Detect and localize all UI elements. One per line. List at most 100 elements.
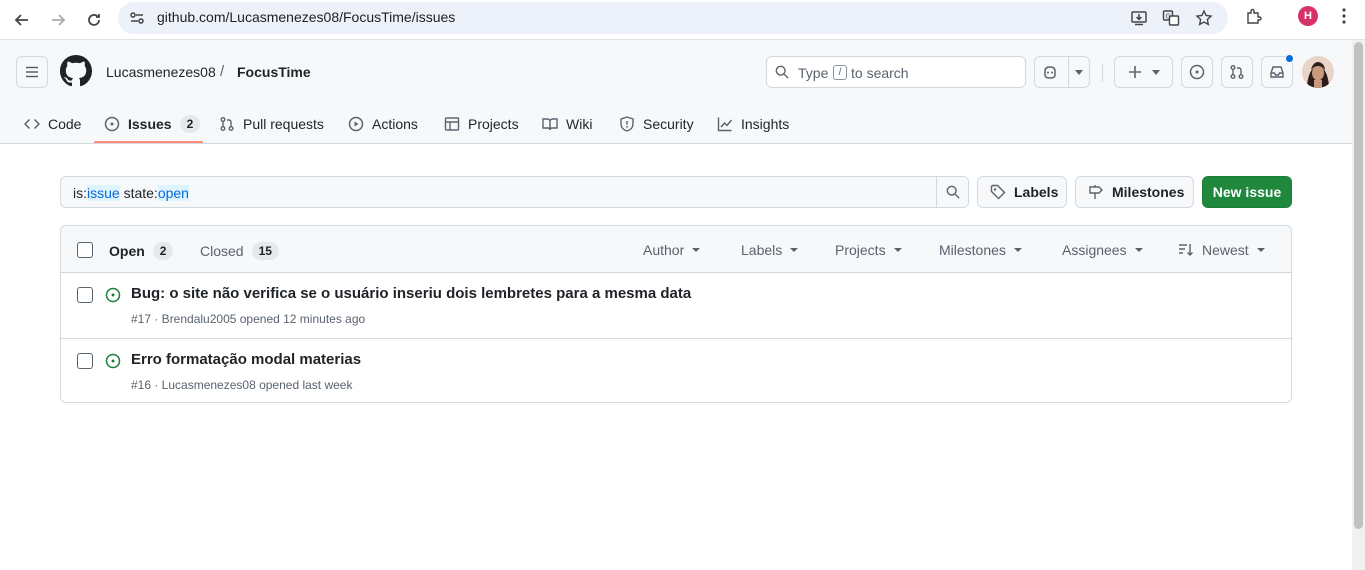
caret-down-icon bbox=[1013, 248, 1022, 252]
new-issue-button[interactable]: New issue bbox=[1202, 176, 1292, 208]
issue-row[interactable]: Bug: o site não verifica se o usuário in… bbox=[61, 273, 1291, 338]
caret-down-icon bbox=[692, 248, 701, 252]
milestones-filter-label: Milestones bbox=[939, 242, 1006, 258]
page-scrollbar[interactable] bbox=[1352, 40, 1365, 570]
arrow-right-icon bbox=[52, 14, 66, 26]
issue-row[interactable]: Erro formatação modal materias #16 · Luc… bbox=[61, 338, 1291, 403]
labels-button-label: Labels bbox=[1014, 184, 1059, 200]
search-shortcut-key: / bbox=[833, 65, 847, 80]
sort-desc-icon bbox=[1178, 242, 1194, 258]
open-label: Open bbox=[109, 243, 145, 259]
tab-wiki-label: Wiki bbox=[566, 116, 593, 132]
open-count: 2 bbox=[152, 242, 174, 260]
labels-button[interactable]: Labels bbox=[977, 176, 1067, 208]
pull-request-icon bbox=[1230, 65, 1244, 79]
copilot-icon bbox=[1043, 66, 1056, 79]
create-new-button[interactable] bbox=[1114, 56, 1173, 88]
inbox-icon bbox=[1270, 66, 1284, 78]
your-pull-requests-button[interactable] bbox=[1221, 56, 1253, 88]
issue-meta: #17 · Brendalu2005 opened 12 minutes ago bbox=[131, 312, 366, 326]
browser-toolbar: github.com/Lucasmenezes08/FocusTime/issu… bbox=[0, 0, 1365, 40]
query-token-issue: issue bbox=[87, 185, 120, 201]
milestones-button[interactable]: Milestones bbox=[1075, 176, 1194, 208]
shield-icon bbox=[619, 116, 635, 132]
issues-filter-input[interactable]: is:issue state:open bbox=[60, 176, 969, 208]
site-settings-icon[interactable] bbox=[127, 8, 147, 28]
svg-text:G: G bbox=[1166, 13, 1171, 21]
search-hint-suffix: to search bbox=[851, 65, 909, 81]
header-divider bbox=[1102, 64, 1103, 82]
copilot-button[interactable] bbox=[1034, 56, 1090, 88]
reload-icon bbox=[88, 14, 100, 26]
issue-title[interactable]: Erro formatação modal materias bbox=[131, 351, 361, 368]
repo-header: Lucasmenezes08 / FocusTime Type / to sea… bbox=[0, 40, 1352, 144]
tab-code-label: Code bbox=[48, 116, 82, 132]
issues-list: Open 2 Closed 15 Author Labels Projects … bbox=[60, 225, 1292, 403]
tab-code[interactable]: Code bbox=[24, 104, 81, 144]
issue-opened-icon bbox=[1189, 64, 1205, 80]
filter-search-button[interactable] bbox=[936, 177, 968, 207]
issue-checkbox[interactable] bbox=[77, 353, 93, 369]
milestones-button-label: Milestones bbox=[1112, 184, 1185, 200]
tab-pull-requests[interactable]: Pull requests bbox=[219, 104, 324, 144]
labels-filter[interactable]: Labels bbox=[741, 242, 799, 258]
breadcrumb-owner[interactable]: Lucasmenezes08 bbox=[106, 64, 216, 80]
chevron-down-icon bbox=[1074, 69, 1083, 75]
author-filter[interactable]: Author bbox=[643, 242, 701, 258]
tab-security[interactable]: Security bbox=[619, 104, 694, 144]
tag-icon bbox=[990, 184, 1006, 200]
tab-projects[interactable]: Projects bbox=[444, 104, 519, 144]
bookmark-star-icon[interactable] bbox=[1194, 8, 1214, 28]
issues-list-header: Open 2 Closed 15 Author Labels Projects … bbox=[61, 226, 1291, 273]
github-logo-icon[interactable] bbox=[60, 55, 92, 87]
select-all-checkbox[interactable] bbox=[77, 242, 93, 258]
back-button[interactable] bbox=[6, 4, 38, 36]
closed-issues-tab[interactable]: Closed 15 bbox=[200, 242, 279, 260]
chevron-down-icon bbox=[1151, 69, 1160, 75]
url-text[interactable]: github.com/Lucasmenezes08/FocusTime/issu… bbox=[157, 9, 455, 25]
install-app-icon[interactable] bbox=[1129, 8, 1149, 28]
more-menu-icon[interactable] bbox=[1333, 5, 1355, 27]
closed-count: 15 bbox=[251, 242, 279, 260]
global-search-input[interactable]: Type / to search bbox=[766, 56, 1026, 88]
open-issues-tab[interactable]: Open 2 bbox=[109, 242, 174, 260]
scrollbar-thumb[interactable] bbox=[1354, 42, 1363, 529]
tab-actions[interactable]: Actions bbox=[348, 104, 418, 144]
extensions-icon[interactable] bbox=[1243, 5, 1265, 27]
projects-filter[interactable]: Projects bbox=[835, 242, 902, 258]
translate-icon[interactable]: G bbox=[1161, 8, 1181, 28]
tab-wiki[interactable]: Wiki bbox=[542, 104, 592, 144]
pull-request-icon bbox=[219, 116, 235, 132]
reload-button[interactable] bbox=[78, 4, 110, 36]
breadcrumb-repo[interactable]: FocusTime bbox=[237, 64, 311, 80]
author-filter-label: Author bbox=[643, 242, 685, 258]
projects-filter-label: Projects bbox=[835, 242, 886, 258]
issue-opened-icon bbox=[104, 116, 120, 132]
labels-filter-label: Labels bbox=[741, 242, 783, 258]
sort-filter[interactable]: Newest bbox=[1178, 242, 1265, 258]
issue-title[interactable]: Bug: o site não verifica se o usuário in… bbox=[131, 285, 691, 302]
play-icon bbox=[348, 116, 364, 132]
forward-button[interactable] bbox=[42, 4, 74, 36]
tab-insights-label: Insights bbox=[741, 116, 790, 132]
selected-tab-underline bbox=[94, 141, 203, 143]
tab-insights[interactable]: Insights bbox=[717, 104, 789, 144]
caret-down-icon bbox=[1134, 248, 1143, 252]
user-avatar[interactable] bbox=[1302, 56, 1334, 88]
issue-meta: #16 · Lucasmenezes08 opened last week bbox=[131, 378, 353, 392]
milestones-filter[interactable]: Milestones bbox=[939, 242, 1022, 258]
issue-checkbox[interactable] bbox=[77, 287, 93, 303]
query-token-open: open bbox=[157, 185, 189, 201]
search-icon bbox=[946, 185, 960, 199]
filter-query[interactable]: is:issue state:open bbox=[73, 185, 189, 201]
open-global-nav-button[interactable] bbox=[16, 56, 48, 88]
tab-projects-label: Projects bbox=[468, 116, 519, 132]
table-icon bbox=[444, 116, 460, 132]
address-bar[interactable]: github.com/Lucasmenezes08/FocusTime/issu… bbox=[118, 2, 1228, 34]
issue-opened-icon bbox=[105, 353, 121, 369]
profile-avatar[interactable]: H bbox=[1298, 6, 1318, 26]
tab-issues[interactable]: Issues 2 bbox=[104, 104, 201, 144]
query-token-is: is: bbox=[73, 185, 87, 201]
your-issues-button[interactable] bbox=[1181, 56, 1213, 88]
assignees-filter[interactable]: Assignees bbox=[1062, 242, 1143, 258]
